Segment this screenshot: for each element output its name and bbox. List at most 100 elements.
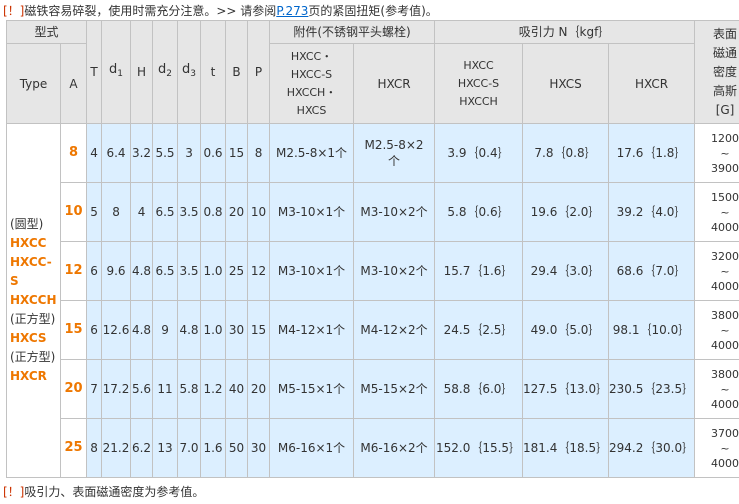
cell-f3: 39.2｛4.0｝: [608, 182, 696, 242]
flux-lo: 3800: [711, 308, 739, 322]
flux-sep: ~: [720, 205, 730, 219]
cell-h: 4.8: [130, 300, 154, 360]
spec-table: 型式 T d1 H d2 d3 t B P 附件(不锈钢平头螺栓) 吸引力 N｛…: [5, 20, 739, 478]
cell-p: 20: [247, 359, 271, 419]
cell-h: 6.2: [130, 418, 154, 478]
cell-t: 6: [86, 241, 103, 301]
cell-f2: 7.8｛0.8｝: [522, 123, 610, 183]
cell-d2: 5.5: [152, 123, 179, 183]
cell-d2: 6.5: [152, 182, 179, 242]
flux-hi: 3900: [711, 161, 739, 175]
col-t-header: t: [200, 20, 227, 124]
cell-p: 10: [247, 182, 271, 242]
cell-f3: 230.5｛23.5｝: [608, 359, 696, 419]
cell-f1: 152.0｛15.5｝: [434, 418, 524, 478]
accessory-hxcr-header: HXCR: [353, 43, 436, 124]
cell-acc2: M6-16×2个: [353, 418, 436, 478]
flux-hi: 4000: [711, 397, 739, 411]
cell-t: 1.0: [200, 241, 227, 301]
cell-p: 15: [247, 300, 271, 360]
table-row: 15 6 12.6 4.8 9 4.8 1.0 30 15 M4-12×1个 M4-12×2个 24.…: [7, 300, 739, 360]
cell-t: 7: [86, 359, 103, 419]
col-P-header: P: [247, 20, 271, 124]
flux-lo: 3200: [711, 249, 739, 263]
cell-flux-density: 3800 ~4000: [694, 359, 739, 419]
cell-t: 1.2: [200, 359, 227, 419]
cell-acc1: M2.5-8×1个: [269, 123, 355, 183]
cell-acc1: M3-10×1个: [269, 241, 355, 301]
flux-sep: ~: [720, 441, 730, 455]
cell-flux-density: 1200 ~3900: [694, 123, 739, 183]
cell-t: 5: [86, 182, 103, 242]
model-group-header: 型式: [5, 20, 88, 44]
cell-f1: 3.9｛0.4｝: [434, 123, 524, 183]
cell-d2: 9: [152, 300, 179, 360]
cell-f3: 68.6｛7.0｝: [608, 241, 696, 301]
flux-hi: 4000: [711, 338, 739, 352]
cell-p: 30: [247, 418, 271, 478]
type-line: HXCC: [10, 236, 47, 250]
cell-f3: 98.1｛10.0｝: [608, 300, 696, 360]
cell-d1: 8: [101, 182, 132, 242]
table-row: 12 6 9.6 4.8 6.5 3.5 1.0 25 12 M3-10×1个 M3-10×2个 15…: [7, 241, 739, 301]
force-round-header: HXCC HXCC-S HXCCH: [434, 43, 524, 124]
cell-d1: 17.2: [101, 359, 132, 419]
cell-t: 1.0: [200, 300, 227, 360]
col-d3-header: d3: [177, 20, 202, 124]
cell-d3: 3: [177, 123, 202, 183]
cell-h: 4: [130, 182, 154, 242]
warning-text-after: 页的紧固扭矩(参考值)。: [308, 4, 438, 18]
cell-d2: 11: [152, 359, 179, 419]
accessory-group-header: 附件(不锈钢平头螺栓): [269, 20, 436, 44]
bottom-reference-note: [！]吸引力、表面磁通密度为参考值。: [3, 483, 204, 501]
cell-t: 8: [86, 418, 103, 478]
force-hxcr-header: HXCR: [608, 43, 696, 124]
flux-sep: ~: [720, 264, 730, 278]
type-line: HXCC-: [10, 255, 52, 269]
flux-sep: ~: [720, 146, 730, 160]
flux-lo: 3700: [711, 426, 739, 440]
cell-p: 12: [247, 241, 271, 301]
flux-hi: 4000: [711, 279, 739, 293]
warning-text: 磁铁容易碎裂，使用时需充分注意。>> 请参阅: [24, 4, 277, 18]
type-cell: (圆型) HXCC HXCC- S HXCCH (正方型) HXCS (正方型) HXCR: [6, 123, 61, 478]
page-reference-link[interactable]: P.273: [276, 4, 308, 18]
warning-mark: [！]: [3, 4, 25, 18]
cell-f1: 15.7｛1.6｝: [434, 241, 524, 301]
type-header: Type: [6, 43, 61, 124]
cell-t: 0.8: [200, 182, 227, 242]
type-line: (正方型): [10, 312, 56, 326]
cell-t: 0.6: [200, 123, 227, 183]
flux-lo: 1500: [711, 190, 739, 204]
col-d1-header: d1: [101, 20, 132, 124]
cell-d1: 21.2: [101, 418, 132, 478]
cell-acc1: M4-12×1个: [269, 300, 355, 360]
type-line: HXCS: [10, 331, 47, 345]
cell-f2: 19.6｛2.0｝: [522, 182, 610, 242]
size-a-cell: 10: [59, 182, 88, 242]
cell-d1: 9.6: [101, 241, 132, 301]
cell-f3: 294.2｛30.0｝: [608, 418, 696, 478]
top-warning-note: [！]磁铁容易碎裂，使用时需充分注意。>> 请参阅P.273页的紧固扭矩(参考值…: [3, 2, 438, 20]
type-line: HXCCH: [10, 293, 57, 307]
cell-b: 40: [225, 359, 249, 419]
col-d2-header: d2: [152, 20, 179, 124]
cell-d2: 13: [152, 418, 179, 478]
cell-f2: 127.5｛13.0｝: [522, 359, 610, 419]
size-a-cell: 8: [59, 123, 88, 183]
cell-t: 1.6: [200, 418, 227, 478]
cell-b: 15: [225, 123, 249, 183]
flux-hi: 4000: [711, 220, 739, 234]
cell-b: 30: [225, 300, 249, 360]
cell-h: 4.8: [130, 241, 154, 301]
table-row: 25 8 21.2 6.2 13 7.0 1.6 50 30 M6-16×1个 M6-16×2个 15…: [7, 418, 739, 478]
force-hxcs-header: HXCS: [522, 43, 610, 124]
cell-d1: 6.4: [101, 123, 132, 183]
table-row: 10 5 8 4 6.5 3.5 0.8 20 10 M3-10×1个 M3-10×2个 5.8｛0.…: [7, 182, 739, 242]
flux-density-header: 表面 磁通 密度 高斯 [G]: [694, 20, 739, 124]
accessory-round-square-header: HXCC・ HXCC-S HXCCH・ HXCS: [269, 43, 355, 124]
table-row: 20 7 17.2 5.6 11 5.8 1.2 40 20 M5-15×1个 M5-15×2个 58…: [7, 359, 739, 419]
cell-acc2: M3-10×2个: [353, 182, 436, 242]
cell-f2: 181.4｛18.5｝: [522, 418, 610, 478]
cell-f1: 24.5｛2.5｝: [434, 300, 524, 360]
